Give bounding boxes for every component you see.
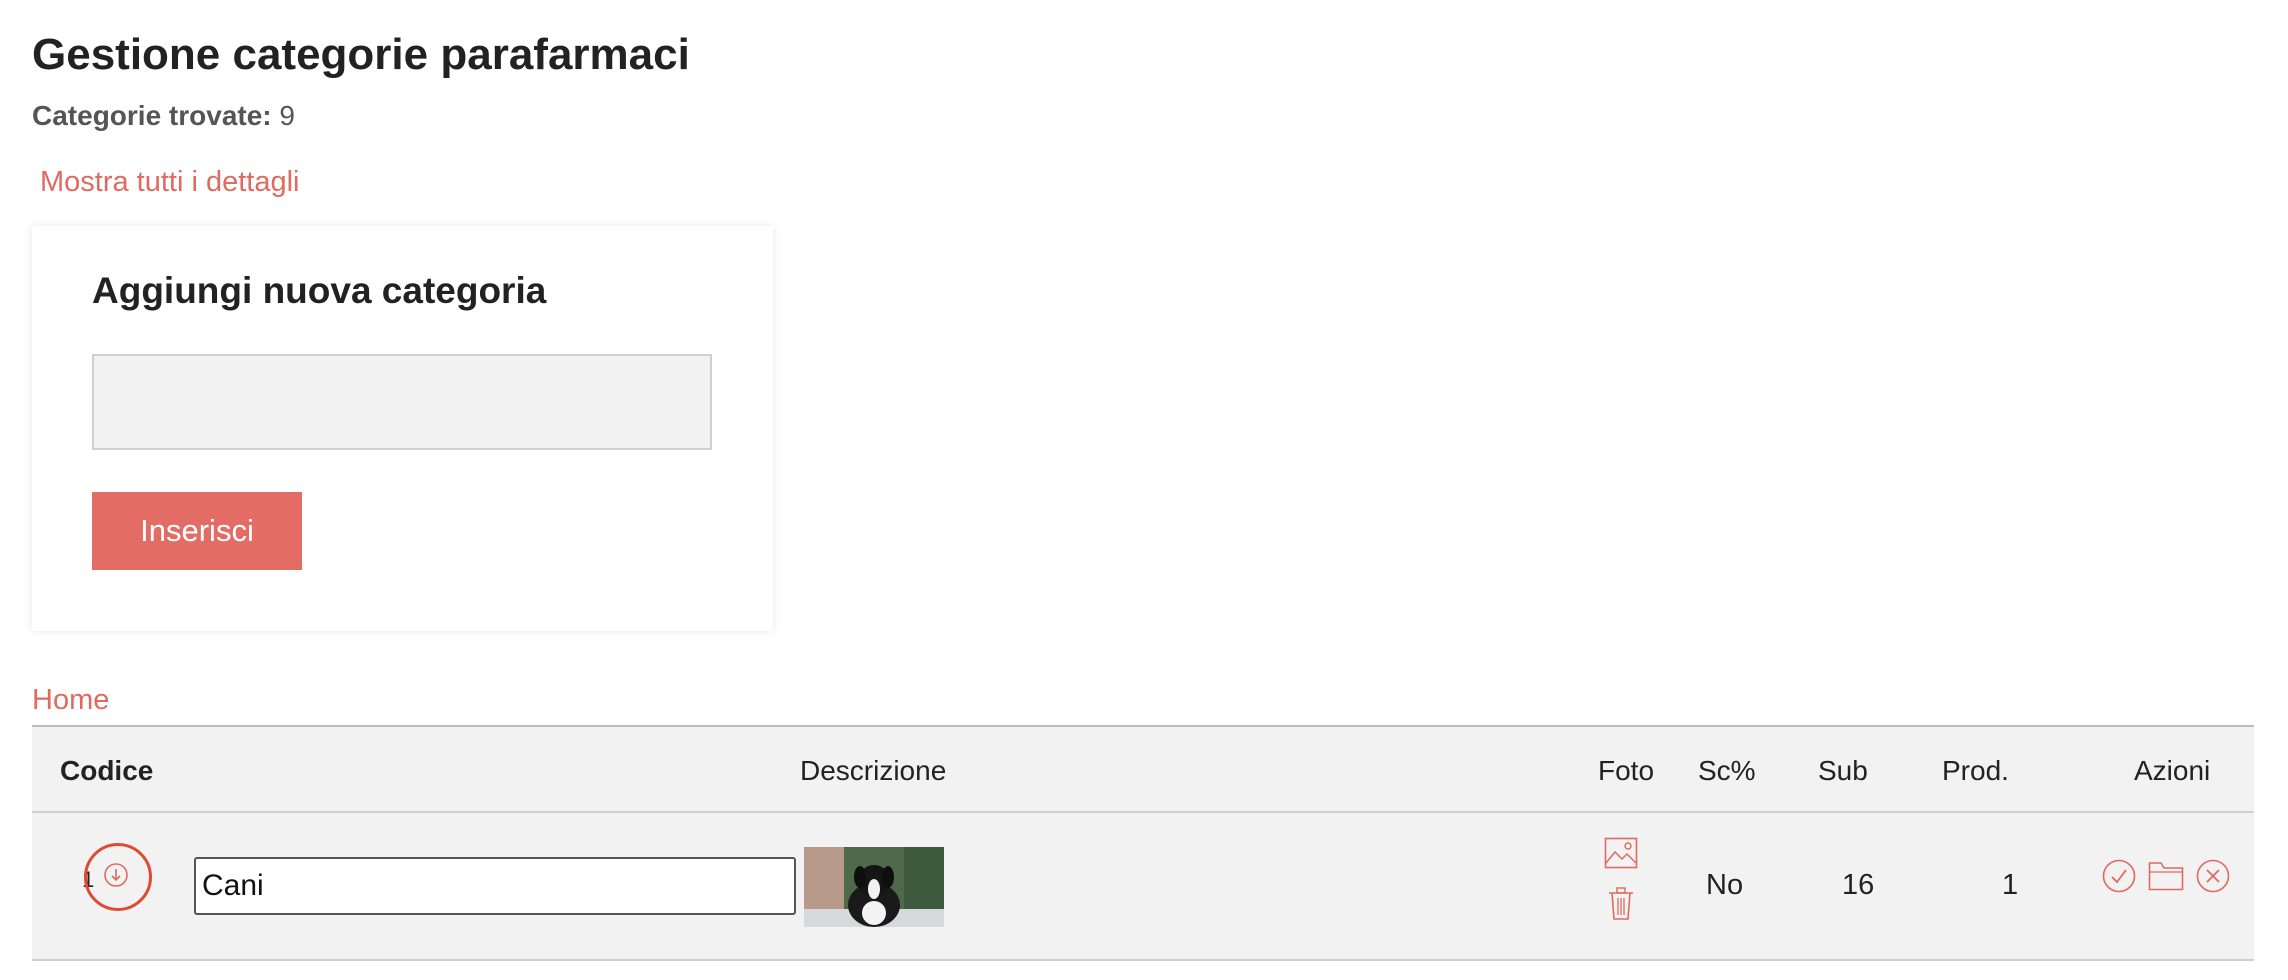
column-header-discount: Sc%: [1698, 755, 1756, 786]
category-count-value: 9: [279, 100, 295, 131]
close-circle-icon[interactable]: [2196, 859, 2230, 893]
discount-value: No: [1706, 869, 1744, 901]
column-header-code: Codice: [60, 755, 154, 786]
trash-icon[interactable]: [1608, 887, 1634, 921]
categories-table: Codice Descrizione Foto Sc% Sub Prod. Az…: [32, 725, 2254, 961]
show-all-details-link[interactable]: Mostra tutti i dettagli: [40, 166, 300, 199]
column-header-products: Prod.: [1942, 755, 2009, 786]
add-category-title: Aggiungi nuova categoria: [92, 270, 547, 311]
subcategories-count: 16: [1842, 869, 1875, 901]
column-header-description: Descrizione: [800, 755, 947, 786]
products-count-link[interactable]: 1: [2002, 869, 2018, 902]
column-header-actions: Azioni: [2134, 755, 2211, 786]
insert-button[interactable]: Inserisci: [92, 492, 302, 570]
table-row: 1 Cani No 16 1: [32, 813, 2254, 961]
description-input[interactable]: [194, 857, 796, 915]
category-count: Categorie trovate: 9: [32, 100, 295, 132]
image-icon[interactable]: [1604, 837, 1638, 869]
category-thumbnail: [804, 847, 944, 927]
folder-icon[interactable]: [2148, 861, 2184, 891]
arrow-down-circle-icon[interactable]: [102, 861, 130, 889]
add-category-card: Aggiungi nuova categoria Inserisci: [32, 226, 773, 631]
table-header: Codice Descrizione Foto Sc% Sub Prod. Az…: [32, 725, 2254, 813]
new-category-input[interactable]: [92, 354, 712, 450]
check-circle-icon[interactable]: [2102, 859, 2136, 893]
column-header-photo: Foto: [1598, 755, 1655, 786]
category-count-label: Categorie trovate:: [32, 100, 272, 131]
breadcrumb-home-link[interactable]: Home: [32, 684, 109, 717]
page-title: Gestione categorie parafarmaci: [32, 30, 690, 79]
column-header-sub: Sub: [1818, 755, 1868, 786]
